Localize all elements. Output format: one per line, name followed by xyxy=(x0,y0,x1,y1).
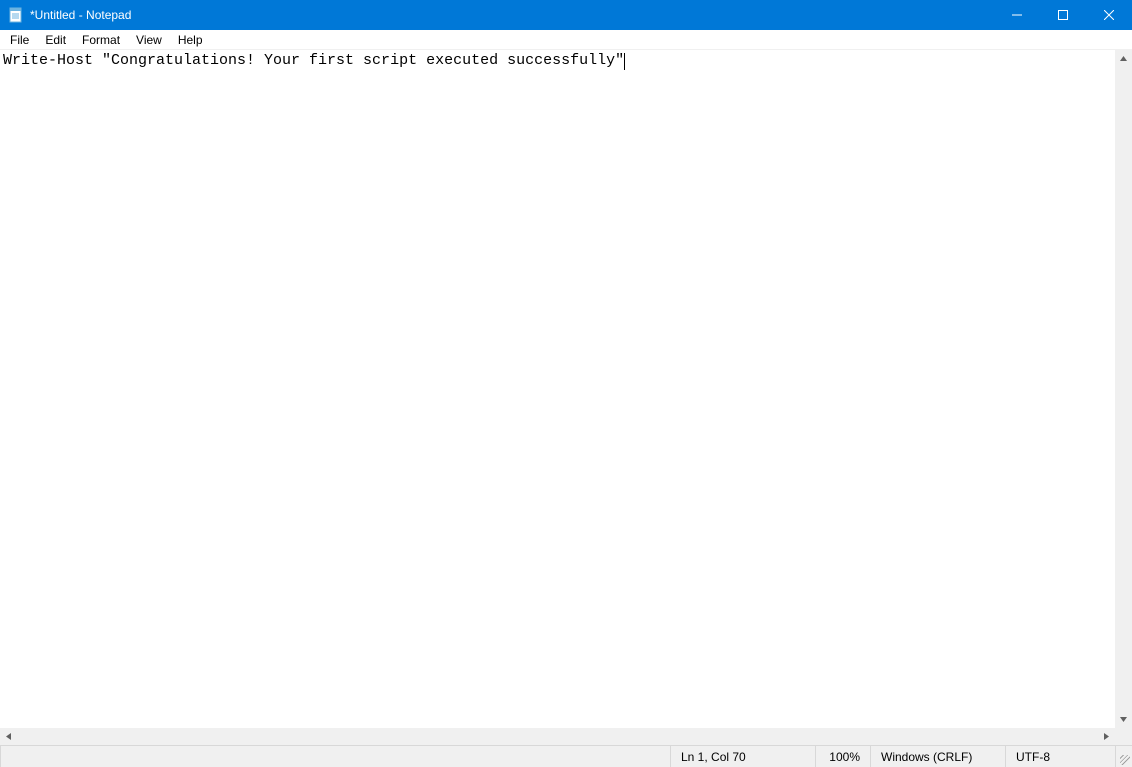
resize-grip[interactable] xyxy=(1115,746,1132,767)
text-editor[interactable]: Write-Host "Congratulations! Your first … xyxy=(0,50,1115,728)
scroll-up-button[interactable] xyxy=(1115,50,1132,67)
titlebar[interactable]: *Untitled - Notepad xyxy=(0,0,1132,30)
text-cursor xyxy=(624,53,625,70)
horizontal-scroll-track[interactable] xyxy=(17,728,1098,745)
menu-format[interactable]: Format xyxy=(74,31,128,49)
scrollbar-corner xyxy=(1115,728,1132,745)
status-position: Ln 1, Col 70 xyxy=(670,746,815,767)
status-encoding: UTF-8 xyxy=(1005,746,1115,767)
menu-view[interactable]: View xyxy=(128,31,170,49)
editor-content: Write-Host "Congratulations! Your first … xyxy=(3,52,624,69)
statusbar: Ln 1, Col 70 100% Windows (CRLF) UTF-8 xyxy=(0,745,1132,767)
menu-help[interactable]: Help xyxy=(170,31,211,49)
vertical-scroll-track[interactable] xyxy=(1115,67,1132,711)
menu-edit[interactable]: Edit xyxy=(37,31,74,49)
menubar: File Edit Format View Help xyxy=(0,30,1132,50)
scroll-right-button[interactable] xyxy=(1098,728,1115,745)
status-spacer xyxy=(0,746,670,767)
scroll-left-button[interactable] xyxy=(0,728,17,745)
maximize-button[interactable] xyxy=(1040,0,1086,30)
status-line-ending: Windows (CRLF) xyxy=(870,746,1005,767)
window-title: *Untitled - Notepad xyxy=(30,0,994,30)
vertical-scrollbar[interactable] xyxy=(1115,50,1132,728)
editor-area: Write-Host "Congratulations! Your first … xyxy=(0,50,1132,745)
close-button[interactable] xyxy=(1086,0,1132,30)
notepad-icon xyxy=(8,7,24,23)
menu-file[interactable]: File xyxy=(2,31,37,49)
scroll-down-button[interactable] xyxy=(1115,711,1132,728)
status-zoom: 100% xyxy=(815,746,870,767)
window-controls xyxy=(994,0,1132,30)
horizontal-scrollbar[interactable] xyxy=(0,728,1115,745)
minimize-button[interactable] xyxy=(994,0,1040,30)
